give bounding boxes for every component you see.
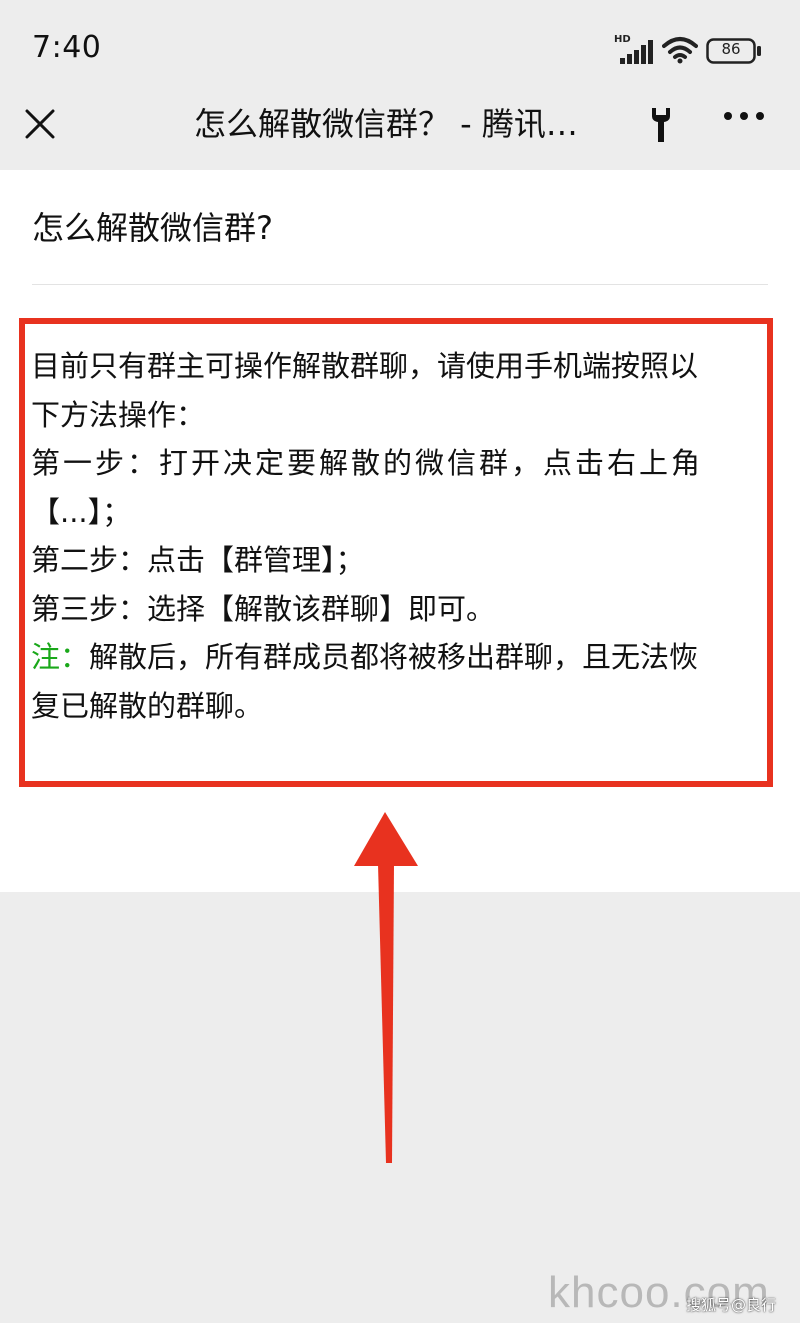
arrow-up-icon xyxy=(354,812,418,1163)
divider xyxy=(32,284,768,285)
nav-bar: 怎么解散微信群？ - 腾讯… xyxy=(0,100,800,170)
status-icons: HD 86 xyxy=(614,34,764,66)
battery-level: 86 xyxy=(721,40,741,58)
note-line: 注：解散后，所有群成员都将被移出群聊，且无法恢 xyxy=(31,633,773,682)
note-line-cont: 复已解散的群聊。 xyxy=(31,688,264,723)
status-time: 7:40 xyxy=(32,30,102,65)
step-three-line: 第三步：选择【解散该群聊】即可。 xyxy=(31,591,496,626)
more-icon[interactable] xyxy=(722,110,766,122)
note-text: 解散后，所有群成员都将被移出群聊，且无法恢 xyxy=(89,640,699,674)
article-body: 目前只有群主可操作解散群聊，请使用手机端按照以 下方法操作： 第一步：打开决定要… xyxy=(31,342,773,730)
status-bar: 7:40 HD 86 xyxy=(0,0,800,100)
note-label: 注： xyxy=(31,640,90,674)
body-line: 目前只有群主可操作解散群聊，请使用手机端按照以 xyxy=(31,349,699,383)
body-line: 下方法操作： xyxy=(31,397,206,432)
step-one-line-cont: 【...】； xyxy=(31,494,132,529)
close-icon[interactable] xyxy=(24,108,56,140)
signal-icon xyxy=(620,40,653,64)
step-one-line: 第一步：打开决定要解散的微信群，点击右上角 xyxy=(31,446,704,480)
article-title: 怎么解散微信群? xyxy=(32,209,273,247)
article-content: 怎么解散微信群? 目前只有群主可操作解散群聊，请使用手机端按照以 下方法操作： … xyxy=(0,170,800,892)
credit-text: 搜狐号@良行 xyxy=(686,1296,777,1314)
step-two-line: 第二步：点击【群管理】； xyxy=(31,543,365,577)
wifi-icon xyxy=(662,37,698,64)
page-title: 怎么解散微信群？ - 腾讯… xyxy=(194,105,578,143)
wrench-icon[interactable] xyxy=(646,106,676,144)
